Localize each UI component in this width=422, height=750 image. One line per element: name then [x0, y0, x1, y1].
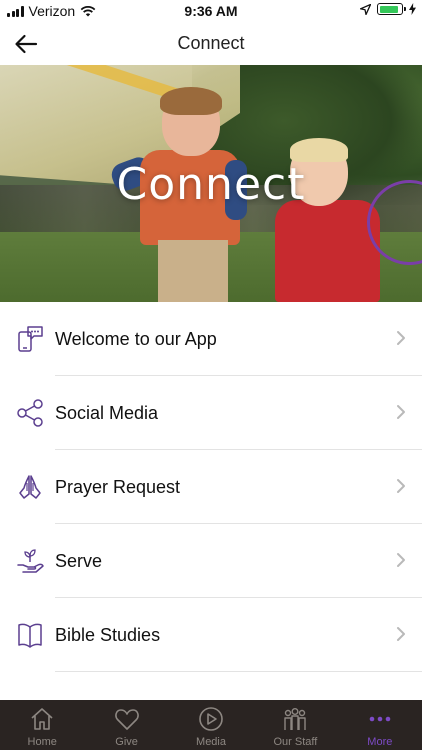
- chevron-right-icon: [397, 405, 405, 419]
- praying-hands-icon: [19, 475, 41, 499]
- location-arrow-icon: [360, 3, 371, 15]
- clock: 9:36 AM: [184, 3, 238, 19]
- nav-bar: Connect: [0, 22, 422, 65]
- more-dots-icon: [369, 716, 391, 722]
- menu-item-social-media[interactable]: Social Media: [0, 376, 422, 450]
- share-icon: [17, 399, 43, 427]
- status-right: [360, 3, 416, 15]
- chevron-right-icon: [397, 331, 405, 345]
- battery-icon: [377, 3, 406, 15]
- connect-menu: Welcome to our App Social Media Prayer R…: [0, 302, 422, 672]
- menu-item-prayer-request[interactable]: Prayer Request: [0, 450, 422, 524]
- tab-media[interactable]: Media: [169, 700, 253, 750]
- tab-our-staff[interactable]: Our Staff: [253, 700, 337, 750]
- tab-label: Our Staff: [273, 736, 318, 748]
- people-icon: [284, 708, 307, 730]
- chevron-right-icon: [397, 479, 405, 493]
- tab-label: Media: [196, 736, 226, 748]
- heart-icon: [114, 709, 139, 730]
- tab-label: More: [367, 736, 393, 748]
- hero-title: Connect: [116, 159, 306, 210]
- tab-bar: Home Give Media Our Staff More: [0, 700, 422, 750]
- status-bar: Verizon 9:36 AM: [0, 0, 422, 22]
- menu-item-serve[interactable]: Serve: [0, 524, 422, 598]
- open-book-icon: [18, 623, 42, 648]
- play-icon: [199, 707, 223, 731]
- tab-home[interactable]: Home: [0, 700, 84, 750]
- tab-label: Home: [27, 736, 57, 748]
- menu-item-bible-studies[interactable]: Bible Studies: [0, 598, 422, 672]
- battery-fill: [379, 5, 399, 13]
- tab-give[interactable]: Give: [84, 700, 168, 750]
- menu-item-label: Bible Studies: [55, 625, 161, 645]
- tab-more[interactable]: More: [338, 700, 422, 750]
- phone-chat-icon: [18, 326, 43, 352]
- chevron-right-icon: [397, 627, 405, 641]
- menu-item-label: Serve: [55, 551, 103, 571]
- home-icon: [31, 708, 53, 730]
- menu-item-label: Social Media: [55, 403, 159, 423]
- chevron-right-icon: [397, 553, 405, 567]
- hand-plant-icon: [17, 549, 44, 573]
- charging-bolt-icon: [409, 3, 416, 15]
- tab-label: Give: [115, 736, 138, 748]
- page-title: Connect: [177, 33, 245, 53]
- hero-banner: Connect: [0, 65, 422, 302]
- menu-item-label: Welcome to our App: [55, 329, 217, 349]
- menu-item-label: Prayer Request: [55, 477, 181, 497]
- divider: [55, 671, 422, 672]
- menu-item-welcome[interactable]: Welcome to our App: [0, 302, 422, 376]
